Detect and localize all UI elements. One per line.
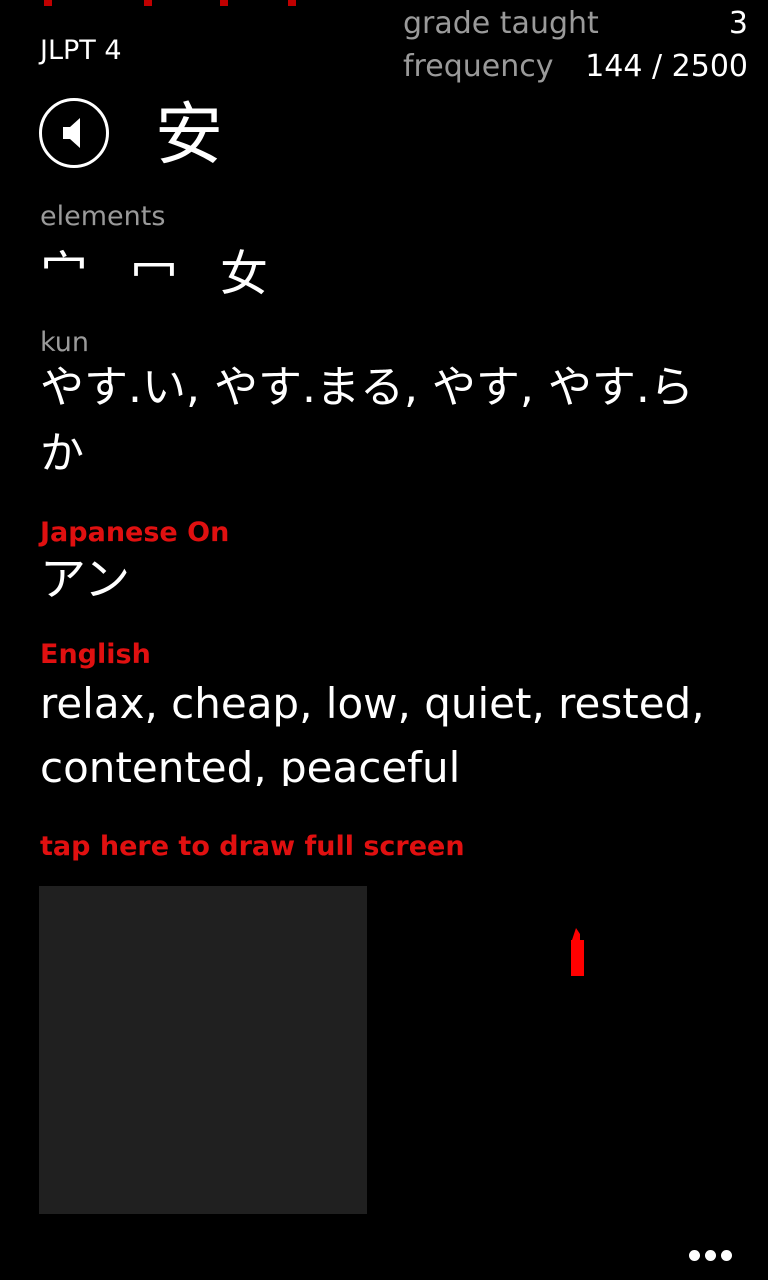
top-accent-marks xyxy=(40,0,320,8)
kanji-character: 安 xyxy=(155,96,224,175)
kun-readings: やす.い, やす.まる, やす, やす.らか xyxy=(40,362,694,479)
brush-icon[interactable] xyxy=(566,926,586,976)
draw-full-screen-link[interactable]: tap here to draw full screen xyxy=(40,830,465,864)
elements-label: elements xyxy=(40,201,166,232)
english-label: English xyxy=(40,639,151,670)
grade-label: grade taught xyxy=(403,6,599,41)
element-item[interactable]: 女 xyxy=(220,244,268,304)
element-item[interactable]: 宀 xyxy=(40,244,88,304)
grade-value: 3 xyxy=(728,6,748,41)
element-item[interactable]: 冖 xyxy=(130,244,178,304)
jlpt-level: JLPT 4 xyxy=(40,35,122,66)
speaker-icon xyxy=(63,118,80,148)
english-meanings: relax, cheap, low, quiet, rested, conten… xyxy=(40,679,705,786)
play-sound-button[interactable] xyxy=(39,98,109,168)
frequency-value: 144 / 2500 xyxy=(585,49,748,84)
on-readings: アン xyxy=(40,552,131,606)
ellipsis-icon[interactable] xyxy=(685,1248,735,1264)
drawing-pad[interactable] xyxy=(39,886,367,1214)
on-label: Japanese On xyxy=(40,517,230,548)
frequency-label: frequency xyxy=(403,49,554,84)
